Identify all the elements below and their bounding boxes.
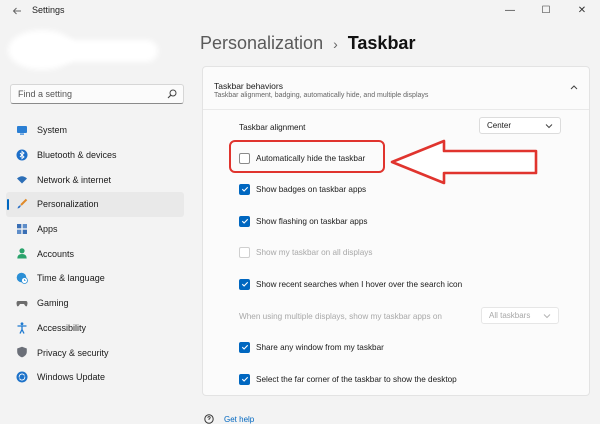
sidebar-nav: System Bluetooth & devices Network & int…	[6, 118, 184, 390]
globe-clock-icon	[16, 272, 28, 285]
sidebar-item-label: Network & internet	[37, 174, 112, 185]
sidebar-item-label: Accessibility	[37, 322, 87, 333]
breadcrumb-parent[interactable]: Personalization	[200, 33, 323, 54]
sidebar-item-label: Accounts	[37, 248, 75, 259]
chevron-up-icon[interactable]	[569, 83, 579, 91]
monitor-icon	[17, 126, 27, 135]
sidebar-item-label: Bluetooth & devices	[37, 150, 117, 161]
breadcrumb: Personalization › Taskbar	[200, 33, 415, 54]
sidebar-item-windows-update[interactable]: Windows Update	[6, 365, 184, 390]
sidebar-item-system[interactable]: System	[6, 118, 184, 143]
shield-icon	[17, 346, 27, 358]
share-window-label: Share any window from my taskbar	[256, 342, 384, 352]
badges-checkbox[interactable]	[239, 183, 250, 195]
sidebar-item-label: Personalization	[37, 199, 99, 210]
far-corner-checkbox[interactable]	[239, 373, 250, 385]
get-help-label: Get help	[224, 414, 255, 424]
card-title: Taskbar behaviors	[214, 81, 283, 91]
card-header[interactable]: Taskbar behaviors Taskbar alignment, bad…	[203, 67, 589, 109]
sidebar-item-apps[interactable]: Apps	[6, 217, 184, 242]
chevron-down-icon	[543, 314, 551, 319]
sidebar-item-accounts[interactable]: Accounts	[6, 241, 184, 266]
maximize-button[interactable]: ☐	[528, 0, 564, 20]
annotation-highlight-box	[229, 140, 385, 173]
sidebar-item-label: System	[37, 125, 68, 136]
chevron-down-icon	[545, 124, 553, 129]
checkmark-icon	[241, 186, 248, 192]
share-window-checkbox[interactable]	[239, 341, 250, 353]
search-placeholder: Find a setting	[18, 89, 73, 99]
sidebar-item-gaming[interactable]: Gaming	[6, 291, 184, 316]
apps-icon	[17, 223, 27, 234]
sidebar-item-accessibility[interactable]: Accessibility	[6, 316, 184, 341]
far-corner-row[interactable]: Select the far corner of the taskbar to …	[239, 371, 457, 387]
brush-icon	[17, 198, 28, 209]
flashing-checkbox[interactable]	[239, 215, 250, 227]
sidebar-item-label: Privacy & security	[37, 347, 109, 358]
sidebar-item-network[interactable]: Network & internet	[6, 167, 184, 192]
person-icon	[17, 248, 27, 259]
recent-searches-checkbox[interactable]	[239, 278, 250, 290]
taskbar-alignment-dropdown[interactable]: Center	[479, 117, 561, 134]
all-displays-label: Show my taskbar on all displays	[256, 247, 373, 257]
help-icon	[204, 414, 214, 424]
sidebar-item-label: Time & language	[37, 273, 105, 284]
minimize-button[interactable]: —	[492, 0, 528, 20]
wifi-icon	[17, 176, 27, 184]
close-button[interactable]: ✕	[564, 0, 600, 20]
bluetooth-icon	[16, 149, 28, 161]
annotation-arrow-icon	[390, 139, 538, 185]
sidebar-item-bluetooth[interactable]: Bluetooth & devices	[6, 143, 184, 168]
far-corner-label: Select the far corner of the taskbar to …	[256, 374, 457, 384]
search-input[interactable]: Find a setting	[10, 84, 184, 104]
divider	[203, 109, 589, 110]
search-icon[interactable]	[167, 89, 177, 99]
multi-display-row: When using multiple displays, show my ta…	[239, 308, 442, 324]
taskbar-alignment-row: Taskbar alignment	[239, 119, 305, 135]
flashing-row[interactable]: Show flashing on taskbar apps	[239, 213, 368, 229]
title-bar: Settings — ☐ ✕	[0, 0, 600, 22]
taskbar-behaviors-card: Taskbar behaviors Taskbar alignment, bad…	[202, 66, 590, 396]
badges-row[interactable]: Show badges on taskbar apps	[239, 181, 366, 197]
badges-label: Show badges on taskbar apps	[256, 184, 367, 194]
app-title: Settings	[32, 5, 65, 15]
checkmark-icon	[241, 344, 248, 350]
multi-display-dropdown: All taskbars	[481, 307, 559, 324]
sidebar-item-privacy-security[interactable]: Privacy & security	[6, 340, 184, 365]
taskbar-alignment-value: Center	[487, 121, 512, 130]
breadcrumb-separator: ›	[333, 35, 338, 52]
sidebar-item-personalization[interactable]: Personalization	[6, 192, 184, 217]
checkmark-icon	[241, 376, 248, 382]
share-window-row[interactable]: Share any window from my taskbar	[239, 339, 384, 355]
sidebar-item-label: Windows Update	[37, 372, 106, 383]
taskbar-alignment-label: Taskbar alignment	[239, 122, 306, 132]
get-help-link[interactable]: Get help	[204, 414, 254, 424]
checkmark-icon	[241, 218, 248, 224]
back-arrow-icon[interactable]	[10, 4, 24, 18]
page-title: Taskbar	[347, 33, 416, 53]
accessibility-icon	[17, 321, 27, 334]
all-displays-checkbox	[239, 246, 250, 258]
sidebar-item-label: Apps	[37, 224, 58, 235]
multi-display-value: All taskbars	[489, 311, 531, 320]
profile-area-redacted	[8, 24, 168, 74]
sidebar-item-label: Gaming	[37, 298, 69, 309]
gamepad-icon	[16, 300, 28, 307]
checkmark-icon	[241, 281, 248, 287]
window-controls: — ☐ ✕	[492, 0, 600, 20]
card-subtitle: Taskbar alignment, badging, automaticall…	[214, 92, 429, 99]
multi-display-label: When using multiple displays, show my ta…	[239, 311, 442, 321]
recent-searches-label: Show recent searches when I hover over t…	[256, 279, 463, 289]
update-icon	[16, 371, 28, 383]
flashing-label: Show flashing on taskbar apps	[256, 216, 368, 226]
all-displays-row: Show my taskbar on all displays	[239, 244, 373, 260]
sidebar-item-time-language[interactable]: Time & language	[6, 266, 184, 291]
recent-searches-row[interactable]: Show recent searches when I hover over t…	[239, 276, 462, 292]
